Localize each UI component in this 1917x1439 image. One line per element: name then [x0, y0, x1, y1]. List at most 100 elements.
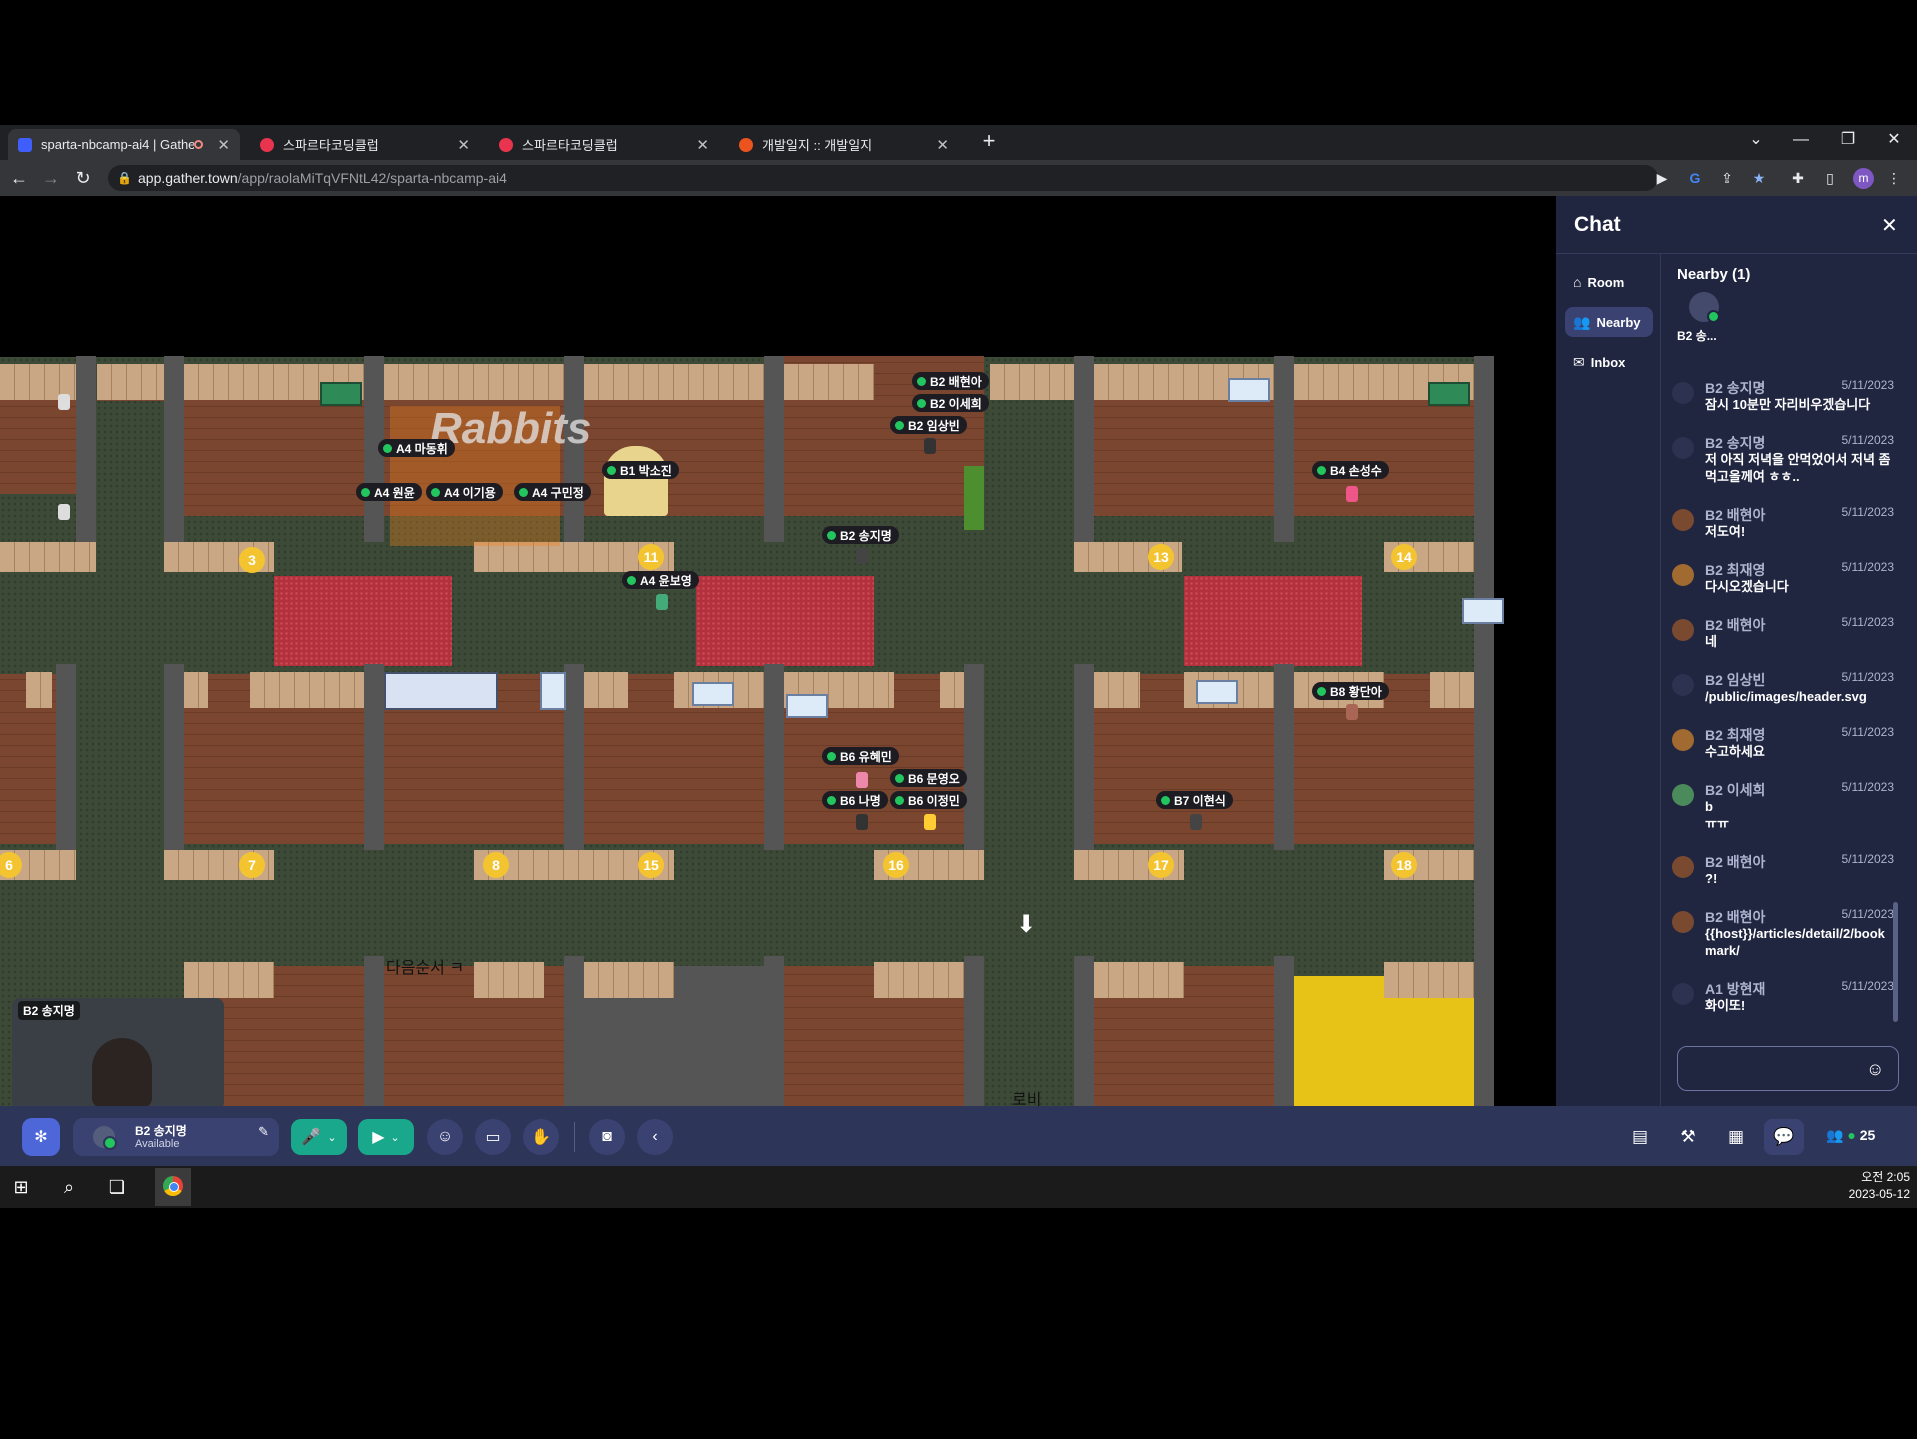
minimize-button[interactable]: — — [1781, 125, 1821, 155]
chat-nav-room[interactable]: ⌂ Room — [1565, 267, 1653, 297]
tab-devlog[interactable]: 개발일지 :: 개발일지 ✕ — [729, 129, 959, 160]
player-tag[interactable]: A4 원윤 — [356, 483, 422, 501]
whiteboard[interactable] — [540, 672, 566, 710]
camera-toggle[interactable]: ▶ ⌄ — [358, 1119, 414, 1155]
player-tag[interactable]: A4 이기용 — [426, 483, 503, 501]
url-text[interactable]: app.gather.town/app/raolaMiTqVFNtL42/spa… — [138, 170, 507, 186]
player-tag[interactable]: B2 송지명 — [822, 526, 899, 544]
player-tag[interactable]: B2 임상빈 — [890, 416, 967, 434]
tab-sparta-2[interactable]: 스파르타코딩클럽 ✕ — [489, 129, 719, 160]
calendar-icon[interactable]: ▦ — [1723, 1124, 1749, 1150]
status-dot — [361, 487, 370, 497]
player-avatar[interactable] — [856, 548, 868, 564]
wall — [184, 962, 274, 998]
player-tag[interactable]: B1 박소진 — [602, 461, 679, 479]
side-panel-icon[interactable]: ▯ — [1820, 168, 1840, 188]
player-avatar[interactable] — [58, 394, 70, 410]
chat-message-list[interactable]: B2 송지명 5/11/2023 잠시 10분만 자리비우겠습니다 B2 송지명… — [1672, 378, 1894, 1028]
player-avatar[interactable] — [1190, 814, 1202, 830]
red-rug — [274, 576, 452, 666]
forward-button[interactable]: → — [39, 166, 63, 190]
raise-hand-button[interactable]: ✋ — [523, 1119, 559, 1155]
whiteboard[interactable] — [1462, 598, 1504, 624]
chalkboard[interactable] — [320, 382, 362, 406]
player-tag[interactable]: A4 구민정 — [514, 483, 591, 501]
close-tab-icon[interactable]: ✕ — [457, 136, 470, 154]
status-dot — [827, 751, 836, 761]
restore-button[interactable]: ❐ — [1828, 125, 1868, 155]
minimap-icon[interactable]: ▤ — [1627, 1124, 1653, 1150]
player-avatar[interactable] — [856, 814, 868, 830]
emote-button[interactable]: ☺ — [427, 1119, 463, 1155]
player-tag[interactable]: B2 이세희 — [912, 394, 989, 412]
whiteboard[interactable] — [384, 672, 498, 710]
google-icon[interactable]: G — [1685, 168, 1705, 188]
player-avatar[interactable] — [924, 438, 936, 454]
player-tag[interactable]: B7 이현식 — [1156, 791, 1233, 809]
tab-search-icon[interactable]: ⌄ — [1736, 125, 1776, 155]
search-icon[interactable]: ⌕ — [56, 1174, 82, 1200]
back-button[interactable]: ← — [7, 166, 31, 190]
player-avatar[interactable] — [924, 814, 936, 830]
whiteboard[interactable] — [692, 682, 734, 706]
close-tab-icon[interactable]: ✕ — [936, 136, 949, 154]
profile-avatar[interactable]: m — [1853, 168, 1874, 189]
message-date: 5/11/2023 — [1841, 979, 1895, 993]
player-tag[interactable]: B6 이정민 — [890, 791, 967, 809]
gather-menu-button[interactable]: ✻ — [22, 1118, 60, 1156]
tab-gather[interactable]: sparta-nbcamp-ai4 | Gather ✕ — [8, 129, 240, 160]
screen-share-button[interactable]: ▭ — [475, 1119, 511, 1155]
chat-scrollbar[interactable] — [1893, 902, 1898, 1022]
camera-in-use-icon[interactable]: ▶ — [1652, 168, 1672, 188]
windows-start-icon[interactable]: ⊞ — [8, 1174, 34, 1200]
participants-button[interactable]: 👥 ● 25 — [1826, 1127, 1875, 1144]
chat-nav-nearby[interactable]: 👥 Nearby — [1565, 307, 1653, 337]
pillar — [1474, 356, 1494, 1106]
emoji-picker-icon[interactable]: ☺ — [1866, 1059, 1884, 1080]
close-tab-icon[interactable]: ✕ — [696, 136, 709, 154]
player-tag[interactable]: A4 윤보영 — [622, 571, 699, 589]
close-tab-icon[interactable]: ✕ — [217, 136, 230, 154]
player-tag[interactable]: B6 나명 — [822, 791, 888, 809]
nav-label: Room — [1587, 274, 1625, 290]
edit-pencil-icon[interactable]: ✎ — [258, 1124, 269, 1140]
tab-sparta-1[interactable]: 스파르타코딩클럽 ✕ — [250, 129, 480, 160]
player-tag[interactable]: B6 문영오 — [890, 769, 967, 787]
reload-button[interactable]: ↻ — [71, 166, 95, 190]
player-tag[interactable]: B4 손성수 — [1312, 461, 1389, 479]
player-avatar[interactable] — [656, 594, 668, 610]
collapse-bar-button[interactable]: ‹ — [637, 1119, 673, 1155]
nearby-user-avatar[interactable] — [1689, 292, 1720, 323]
chalkboard[interactable] — [1428, 382, 1470, 406]
player-avatar[interactable] — [1346, 486, 1358, 502]
player-tag[interactable]: B2 배현아 — [912, 372, 989, 390]
player-avatar[interactable] — [856, 772, 868, 788]
screenshot-button[interactable]: ◙ — [589, 1119, 625, 1155]
player-avatar[interactable] — [58, 504, 70, 520]
user-status-chip[interactable]: B2 송지명 Available ✎ — [73, 1118, 279, 1156]
system-clock[interactable]: 오전 2:05 2023-05-12 — [1830, 1169, 1910, 1203]
share-icon[interactable]: ⇪ — [1717, 168, 1737, 188]
new-tab-button[interactable]: + — [974, 126, 1004, 156]
whiteboard[interactable] — [1196, 680, 1238, 704]
gather-map-canvas[interactable]: Rabbits 3 11 13 14 6 7 8 15 16 17 18 다음순… — [0, 196, 1556, 1106]
microphone-toggle[interactable]: 🎤 ⌄ — [291, 1119, 347, 1155]
bookmark-star-icon[interactable]: ★ — [1749, 168, 1769, 188]
self-video-tile[interactable]: B2 송지명 — [12, 998, 224, 1110]
extensions-icon[interactable]: ✚ — [1788, 168, 1808, 188]
whiteboard[interactable] — [786, 694, 828, 718]
menu-kebab-icon[interactable]: ⋮ — [1884, 168, 1904, 188]
player-avatar[interactable] — [1346, 704, 1358, 720]
close-chat-icon[interactable]: ✕ — [1881, 213, 1898, 238]
whiteboard[interactable] — [1228, 378, 1270, 402]
close-window-button[interactable]: ✕ — [1874, 125, 1914, 155]
task-view-icon[interactable]: ❏ — [104, 1174, 130, 1200]
red-rug — [696, 576, 874, 666]
player-tag[interactable]: B6 유혜민 — [822, 747, 899, 765]
player-tag[interactable]: A4 마동휘 — [378, 439, 455, 457]
pillar — [1074, 956, 1094, 1106]
build-hammer-icon[interactable]: ⚒ — [1675, 1124, 1701, 1150]
chat-nav-inbox[interactable]: ✉ Inbox — [1565, 347, 1653, 377]
chrome-taskbar-button[interactable] — [155, 1168, 191, 1206]
player-tag[interactable]: B8 황단아 — [1312, 682, 1389, 700]
